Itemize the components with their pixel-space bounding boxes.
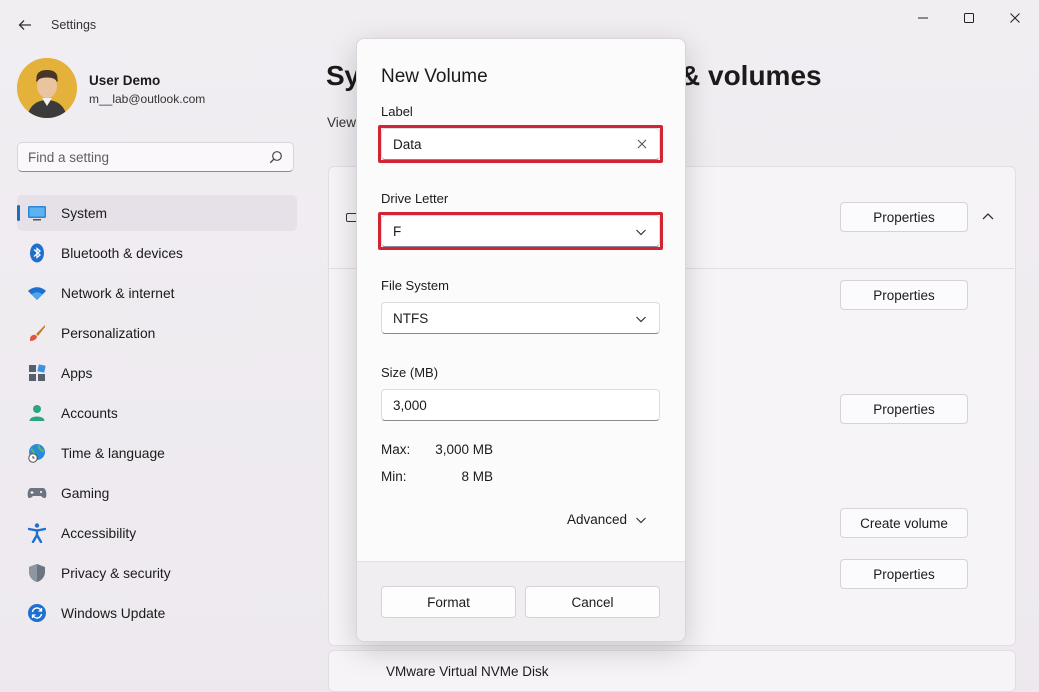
search-box[interactable] — [17, 142, 294, 172]
globe-clock-icon — [27, 443, 47, 463]
search-icon[interactable] — [269, 150, 283, 164]
drive-letter-highlight — [378, 212, 663, 250]
size-caption: Size (MB) — [381, 365, 439, 380]
disk-name: VMware Virtual NVMe Disk — [386, 664, 549, 679]
size-field[interactable] — [381, 389, 660, 421]
monitor-icon — [27, 203, 47, 223]
brush-icon — [27, 323, 47, 343]
sidebar-item-personalization[interactable]: Personalization — [17, 315, 297, 351]
max-label: Max: — [381, 442, 411, 457]
advanced-expander[interactable]: Advanced — [567, 512, 647, 527]
page-title: Sy — [326, 60, 360, 91]
user-email: m__lab@outlook.com — [89, 92, 206, 106]
label-caption: Label — [381, 104, 413, 119]
maximize-button[interactable] — [946, 8, 992, 28]
properties-button[interactable]: Properties — [840, 559, 968, 589]
sidebar-item-label: Personalization — [61, 325, 156, 341]
accessibility-icon — [27, 523, 47, 543]
sidebar-item-bluetooth[interactable]: Bluetooth & devices — [17, 235, 297, 271]
sidebar-item-label: Privacy & security — [61, 565, 171, 581]
dialog-footer: Format Cancel — [357, 561, 685, 641]
sidebar-item-label: Accessibility — [61, 525, 137, 541]
new-volume-dialog: New Volume Label Drive Letter F File Sys… — [356, 38, 686, 642]
active-indicator — [17, 205, 20, 221]
properties-button[interactable]: Properties — [840, 202, 968, 232]
avatar[interactable] — [17, 58, 77, 118]
chevron-up-icon[interactable] — [980, 208, 996, 224]
sidebar-item-time-language[interactable]: Time & language — [17, 435, 297, 471]
format-button[interactable]: Format — [381, 586, 516, 618]
sidebar-item-system[interactable]: System — [17, 195, 297, 231]
sidebar-item-label: System — [61, 205, 107, 221]
wifi-icon — [27, 283, 47, 303]
search-input[interactable] — [18, 143, 278, 171]
back-button[interactable] — [14, 14, 36, 36]
user-avatar-icon — [17, 58, 77, 118]
minimize-icon — [918, 17, 928, 19]
maximize-icon — [964, 13, 974, 23]
page-title-end: & volumes — [680, 60, 822, 91]
min-value: 8 MB — [461, 469, 493, 484]
close-window-button[interactable] — [992, 8, 1038, 28]
file-system-dropdown[interactable]: NTFS — [381, 302, 660, 334]
minimize-button[interactable] — [900, 8, 946, 28]
sidebar-item-accessibility[interactable]: Accessibility — [17, 515, 297, 551]
sidebar-item-label: Network & internet — [61, 285, 175, 301]
file-system-value: NTFS — [393, 311, 429, 326]
sidebar-item-windows-update[interactable]: Windows Update — [17, 595, 297, 631]
settings-window: Settings User Demo m__lab@outlook.com Fi… — [0, 0, 1039, 692]
label-highlight — [378, 125, 663, 163]
sidebar-item-label: Windows Update — [61, 605, 166, 621]
max-value: 3,000 MB — [435, 442, 493, 457]
app-title: Settings — [51, 18, 97, 32]
sidebar-item-label: Bluetooth & devices — [61, 245, 183, 261]
properties-button[interactable]: Properties — [840, 394, 968, 424]
sidebar-item-network[interactable]: Network & internet — [17, 275, 297, 311]
back-arrow-icon — [18, 20, 31, 30]
shield-icon — [27, 563, 47, 583]
size-input[interactable] — [382, 390, 644, 420]
gamepad-icon — [27, 483, 47, 503]
apps-icon — [27, 363, 47, 383]
sync-icon — [27, 603, 47, 623]
min-label: Min: — [381, 469, 407, 484]
person-icon — [27, 403, 47, 423]
sidebar-item-label: Time & language — [61, 445, 165, 461]
sidebar-nav: System Bluetooth & devices Network & int… — [17, 195, 297, 635]
properties-button[interactable]: Properties — [840, 280, 968, 310]
create-volume-button[interactable]: Create volume — [840, 508, 968, 538]
sidebar-item-accounts[interactable]: Accounts — [17, 395, 297, 431]
view-text: View — [327, 115, 357, 130]
user-name: User Demo — [89, 73, 161, 88]
sidebar-item-label: Gaming — [61, 485, 110, 501]
sidebar-item-gaming[interactable]: Gaming — [17, 475, 297, 511]
sidebar-item-label: Accounts — [61, 405, 118, 421]
drive-letter-caption: Drive Letter — [381, 191, 449, 206]
sidebar-item-label: Apps — [61, 365, 93, 381]
advanced-label: Advanced — [567, 512, 628, 527]
chevron-down-icon — [636, 517, 646, 523]
chevron-down-icon — [636, 316, 646, 323]
file-system-caption: File System — [381, 278, 449, 293]
sidebar-item-privacy[interactable]: Privacy & security — [17, 555, 297, 591]
sidebar-item-apps[interactable]: Apps — [17, 355, 297, 391]
close-icon — [1010, 13, 1020, 23]
dialog-title: New Volume — [381, 66, 488, 87]
bluetooth-icon — [27, 243, 47, 263]
cancel-button[interactable]: Cancel — [525, 586, 660, 618]
